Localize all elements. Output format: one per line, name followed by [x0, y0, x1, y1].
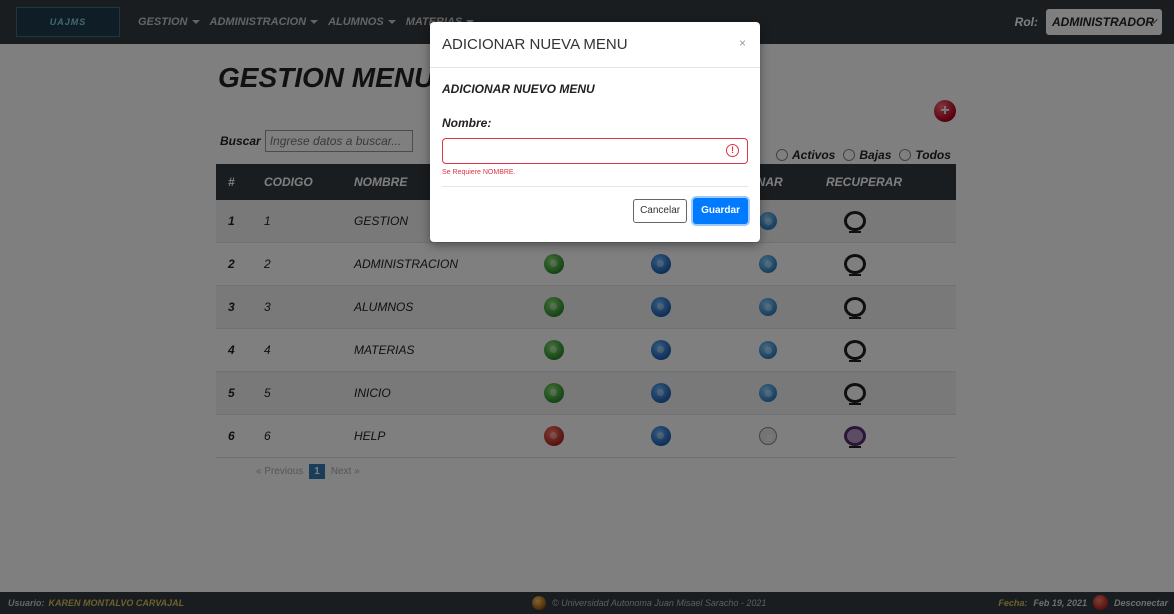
- name-field[interactable]: !: [442, 138, 748, 164]
- add-menu-modal: ADICIONAR NUEVA MENU × ADICIONAR NUEVO M…: [430, 22, 760, 242]
- modal-title: ADICIONAR NUEVA MENU: [442, 36, 628, 53]
- cancel-button[interactable]: Cancelar: [633, 198, 688, 223]
- modal-footer: Cancelar Guardar: [442, 186, 748, 234]
- modal-header: ADICIONAR NUEVA MENU ×: [430, 22, 760, 68]
- error-icon: !: [726, 144, 739, 157]
- close-icon[interactable]: ×: [739, 36, 746, 50]
- name-field-label: Nombre:: [442, 116, 492, 130]
- save-button[interactable]: Guardar: [693, 197, 748, 224]
- modal-subtitle: ADICIONAR NUEVO MENU: [442, 82, 595, 96]
- modal-body: ADICIONAR NUEVO MENU Nombre: ! Se Requie…: [430, 68, 760, 176]
- name-field-error: Se Requiere NOMBRE.: [442, 169, 516, 176]
